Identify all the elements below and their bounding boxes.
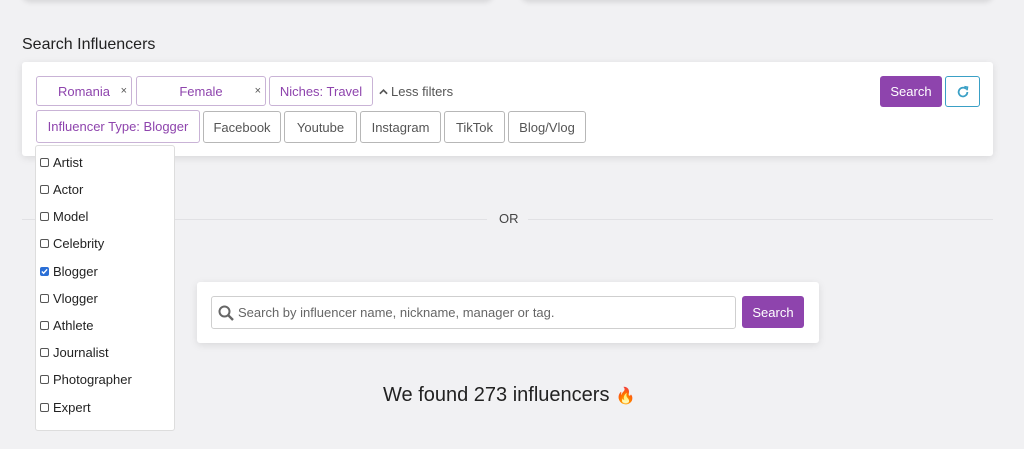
influencer-type-option[interactable]: Actor [40,182,83,197]
checkbox[interactable] [40,375,49,384]
influencer-type-label: Influencer Type: Blogger [47,119,189,134]
option-label: Photographer [53,372,132,387]
influencer-type-option[interactable]: Journalist [40,345,109,360]
influencer-type-option[interactable]: Blogger [40,264,98,279]
name-search-button[interactable]: Search [742,296,804,328]
checkbox[interactable] [40,294,49,303]
influencer-type-option[interactable]: Artist [40,155,83,170]
influencer-type-option[interactable]: Photographer [40,372,132,387]
platform-facebook-button[interactable]: Facebook [203,111,281,143]
or-label: OR [499,211,519,226]
remove-country-icon[interactable]: × [121,85,127,97]
search-icon [218,305,234,321]
page-title: Search Influencers [22,36,156,53]
option-label: Celebrity [53,236,105,251]
results-text: We found 273 influencers [383,384,610,406]
name-search-placeholder: Search by influencer name, nickname, man… [238,305,555,320]
option-label: Journalist [53,345,109,360]
fire-icon: 🔥 [615,387,636,405]
less-filters-link[interactable]: Less filters [379,84,453,99]
niches-filter-chip[interactable]: Niches: Travel [269,76,373,106]
checkbox[interactable] [40,348,49,357]
refresh-icon [957,85,968,97]
chevron-up-icon [379,89,388,95]
option-label: Expert [53,400,91,415]
country-filter-label: Romania [57,83,111,99]
gender-filter-chip[interactable]: Female × [136,76,266,106]
influencer-type-option[interactable]: Celebrity [40,236,104,251]
less-filters-label: Less filters [391,84,454,99]
divider-right [528,219,993,220]
platform-tiktok-button[interactable]: TikTok [444,111,505,143]
option-label: Model [53,209,89,224]
name-search-panel: Search by influencer name, nickname, man… [197,282,819,343]
influencer-type-option[interactable]: Athlete [40,318,93,333]
platform-instagram-button[interactable]: Instagram [360,111,441,143]
filter-panel: Romania × Female × Niches: Travel Less f… [22,62,993,156]
filter-search-button[interactable]: Search [880,76,942,107]
option-label: Actor [53,182,84,197]
option-label: Artist [53,155,83,170]
results-count: We found 273 influencers 🔥 [383,384,635,407]
platform-youtube-button[interactable]: Youtube [284,111,357,143]
checkbox[interactable] [40,403,49,412]
checkbox[interactable] [40,321,49,330]
option-label: Vlogger [53,291,98,306]
name-search-input[interactable]: Search by influencer name, nickname, man… [211,296,736,329]
refresh-button[interactable] [945,76,980,107]
checkbox[interactable] [40,158,49,167]
platform-blog-vlog-button[interactable]: Blog/Vlog [508,111,586,143]
influencer-type-option[interactable]: Model [40,209,88,224]
checkbox[interactable] [40,212,49,221]
gender-filter-label: Female [179,83,223,99]
remove-gender-icon[interactable]: × [255,85,261,97]
influencer-type-dropdown[interactable]: Influencer Type: Blogger [36,110,200,143]
checkbox[interactable] [40,239,49,248]
influencer-type-option[interactable]: Expert [40,400,91,415]
checkbox[interactable] [40,185,49,194]
option-label: Blogger [53,264,98,279]
country-filter-chip[interactable]: Romania × [36,76,132,106]
influencer-type-menu: Artist Actor Model Celebrity Blogger Vlo… [35,145,175,431]
checkmark-icon [41,268,48,275]
option-label: Athlete [53,318,94,333]
niches-filter-label: Niches: Travel [279,83,363,99]
checkbox-checked[interactable] [40,267,49,276]
influencer-type-option[interactable]: Vlogger [40,291,98,306]
